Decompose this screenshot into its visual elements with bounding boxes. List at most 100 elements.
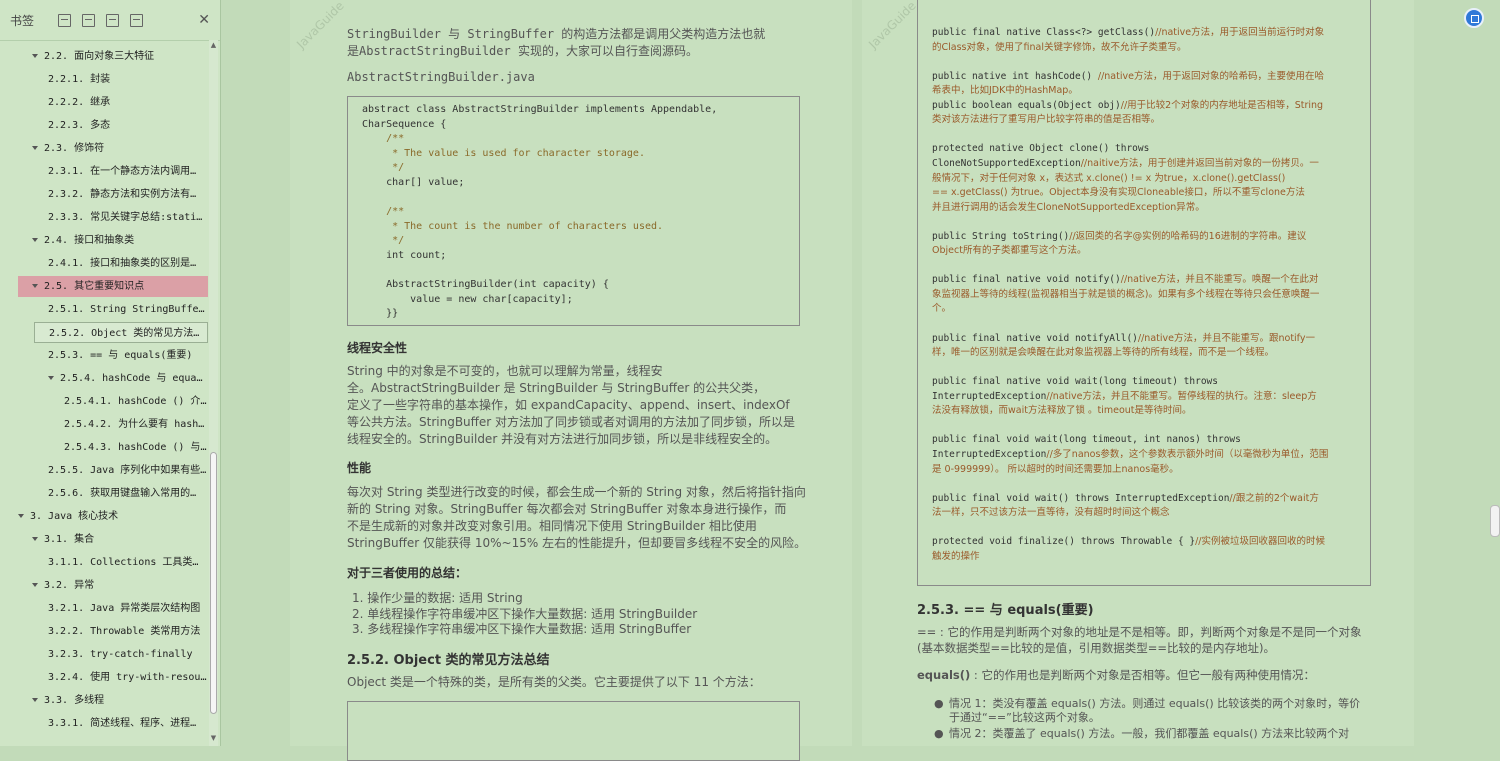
toc-item[interactable]: 2.5.4.1. hashCode () 介绍 bbox=[14, 391, 208, 412]
heading-summary: 对于三者使用的总结： bbox=[347, 566, 468, 580]
scroll-up-icon[interactable]: ▲ bbox=[210, 42, 217, 49]
expand-arrow-icon[interactable] bbox=[32, 146, 38, 150]
toc-item[interactable]: 2.3.1. 在一个静态方法内调用… bbox=[14, 161, 208, 182]
text-line: String 中的对象是不可变的，也就可以理解为常量，线程安 bbox=[347, 364, 663, 378]
code-line: * The count is the number of characters … bbox=[362, 220, 664, 232]
code-text: protected void finalize() throws Throwab… bbox=[932, 536, 1196, 548]
toc-item[interactable]: 3.2.4. 使用 try-with-resourc… bbox=[14, 667, 208, 688]
expand-arrow-icon[interactable] bbox=[32, 284, 38, 288]
toc-item-label: 2.2. 面向对象三大特征 bbox=[44, 51, 155, 62]
code-line: /** bbox=[362, 133, 405, 145]
toc-item[interactable]: 2.5.4. hashCode 与 equals (… bbox=[14, 368, 208, 389]
toc-item[interactable]: 2.5.4.2. 为什么要有 hashC… bbox=[14, 414, 208, 435]
sidebar-header: 书签 ✕ bbox=[0, 0, 220, 41]
toc-item-label: 2.5. 其它重要知识点 bbox=[44, 281, 145, 292]
toc-item-label: 3.1. 集合 bbox=[44, 534, 95, 545]
toc-item-label: 2.3.2. 静态方法和实例方法有… bbox=[48, 189, 197, 200]
code-comment: 样，唯一的区别就是会唤醒在此对象监视器上等待的所有线程，而不是一个线程。 bbox=[932, 347, 1275, 359]
code-comment: 般情况下，对于任何对象 x，表达式 x.clone() != x 为true，x… bbox=[932, 172, 1286, 184]
toc-item[interactable]: 3.2. 异常 bbox=[14, 575, 208, 596]
code-line: public final native void notify()//nativ… bbox=[932, 273, 1318, 288]
expand-arrow-icon[interactable] bbox=[32, 537, 38, 541]
toc-item[interactable]: 2.5.4.3. hashCode () 与 e… bbox=[14, 437, 208, 458]
bookmark-sidebar: 书签 ✕ 2.2. 面向对象三大特征 2.2.1. 封装 2.2.2. 继承 2.2.… bbox=[0, 0, 221, 746]
add-bookmark-icon[interactable] bbox=[106, 13, 120, 27]
toc-item[interactable]: 3.3. 多线程 bbox=[14, 690, 208, 711]
page-scroll-handle[interactable] bbox=[1490, 505, 1500, 537]
toc-item[interactable]: 2.5.1. String StringBuffer … bbox=[14, 299, 208, 320]
toc-item[interactable]: 2.5.2. Object 类的常见方法总结 bbox=[34, 322, 208, 343]
toc-item-label: 2.5.2. Object 类的常见方法总结 bbox=[49, 328, 208, 339]
toc-item[interactable]: 3.1.1. Collections 工具类和 … bbox=[14, 552, 208, 573]
code-line: 的Class对象，使用了final关键字修饰，故不允许子类重写。 bbox=[932, 41, 1186, 56]
code-line: public final void wait() throws Interrup… bbox=[932, 492, 1319, 507]
bullet-2: 情况 2：类覆盖了 equals() 方法。一般，我们都覆盖 equals() … bbox=[949, 727, 1350, 740]
code-line: AbstractStringBuilder(int capacity) { bbox=[362, 279, 609, 291]
toc-item-label: 2.2.1. 封装 bbox=[48, 74, 111, 85]
expand-arrow-icon[interactable] bbox=[32, 238, 38, 242]
close-icon[interactable]: ✕ bbox=[198, 12, 210, 28]
toc-item[interactable]: 2.2.2. 继承 bbox=[14, 92, 208, 113]
code-line: 是 0-999999）。 所以超时的时间还需要加上nanos毫秒。 bbox=[932, 463, 1179, 478]
code-text: InterruptedException bbox=[932, 448, 1047, 460]
code-comment: //native方法，并且不能重写。跟notify一 bbox=[1137, 332, 1315, 344]
expand-arrow-icon[interactable] bbox=[32, 583, 38, 587]
toc-item[interactable]: 2.2. 面向对象三大特征 bbox=[14, 46, 208, 67]
heading-object-methods: 2.5.2. Object 类的常见方法总结 bbox=[347, 653, 550, 668]
code-line: protected void finalize() throws Throwab… bbox=[932, 535, 1325, 550]
equals-text-1b: (基本数据类型==比较的是值，引用数据类型==比较的是内存地址)。 bbox=[917, 641, 1276, 655]
expand-all-icon[interactable] bbox=[58, 13, 72, 27]
code-line: }} bbox=[362, 308, 399, 320]
toc-item[interactable]: 2.5.6. 获取用键盘输入常用的… bbox=[14, 483, 208, 504]
object-methods-code: public final native Class<?> getClass()/… bbox=[917, 0, 1371, 586]
bookmark-settings-icon[interactable] bbox=[130, 13, 144, 27]
equals-text-2: equals() : 它的作用也是判断两个对象是否相等。但它一般有两种使用情况： bbox=[917, 668, 1315, 682]
expand-arrow-icon[interactable] bbox=[32, 54, 38, 58]
toc-item[interactable]: 2.5.3. == 与 equals(重要) bbox=[14, 345, 208, 366]
collapse-all-icon[interactable] bbox=[82, 13, 96, 27]
code-comment: 希表中，比如JDK中的HashMap。 bbox=[932, 85, 1078, 97]
floating-action-icon[interactable] bbox=[1464, 8, 1484, 28]
toc-item-label: 3.2.4. 使用 try-with-resourc… bbox=[48, 672, 208, 683]
text-line: 每次对 String 类型进行改变的时候，都会生成一个新的 String 对象，… bbox=[347, 485, 806, 499]
code-comment: 并且进行调用的话会发生CloneNotSupportedException异常。 bbox=[932, 201, 1205, 213]
document-page-left: JavaGuide StringBuilder 与 StringBuffer 的… bbox=[290, 0, 852, 761]
code-line: CharSequence { bbox=[362, 118, 447, 130]
sidebar-title: 书签 bbox=[10, 13, 35, 28]
code-text: public final native void notifyAll() bbox=[932, 332, 1138, 344]
toc-item[interactable]: 3. Java 核心技术 bbox=[14, 506, 208, 527]
toc-item[interactable]: 2.3.2. 静态方法和实例方法有… bbox=[14, 184, 208, 205]
code-line: 象监视器上等待的线程(监视器相当于就是锁的概念)。如果有多个线程在等待只会任意唤… bbox=[932, 288, 1319, 303]
scrollbar-thumb[interactable] bbox=[210, 452, 217, 714]
bullet-dot: ● bbox=[934, 727, 944, 740]
toc-item[interactable]: 2.4. 接口和抽象类 bbox=[14, 230, 208, 251]
sidebar-scrollbar[interactable]: ▲ ▼ bbox=[209, 40, 218, 746]
text-line: StringBuffer 仅能获得 10%~15% 左右的性能提升，但却要冒多线… bbox=[347, 536, 807, 550]
code-comment: 法一样，只不过该方法一直等待，没有超时时间这个概念 bbox=[932, 507, 1170, 519]
toc-item[interactable]: 3.3.1. 简述线程、程序、进程… bbox=[14, 713, 208, 734]
toc-item[interactable]: 2.2.1. 封装 bbox=[14, 69, 208, 90]
text-line: 2. 单线程操作字符串缓冲区下操作大量数据: 适用 StringBuilder bbox=[352, 606, 698, 621]
toc-item[interactable]: 3.1. 集合 bbox=[14, 529, 208, 550]
toc-item[interactable]: 3.2.1. Java 异常类层次结构图 bbox=[14, 598, 208, 619]
toc-item[interactable]: 2.3.3. 常见关键字总结:static… bbox=[14, 207, 208, 228]
code-comment: == x.getClass() 为true。Object本身没有实现Clonea… bbox=[932, 187, 1305, 199]
scroll-down-icon[interactable]: ▼ bbox=[210, 735, 217, 742]
text-line: 等公共方法。StringBuffer 对方法加了同步锁或者对调用的方法加了同步锁… bbox=[347, 415, 796, 429]
toc-item[interactable]: 2.5. 其它重要知识点 bbox=[18, 276, 208, 297]
expand-arrow-icon[interactable] bbox=[48, 376, 54, 380]
expand-arrow-icon[interactable] bbox=[32, 698, 38, 702]
toc-item-label: 2.5.5. Java 序列化中如果有些… bbox=[48, 465, 207, 476]
code-line: protected native Object clone() throws bbox=[932, 142, 1149, 157]
toc-item[interactable]: 3.2.2. Throwable 类常用方法 bbox=[14, 621, 208, 642]
toc-item[interactable]: 3.2.3. try-catch-finally bbox=[14, 644, 208, 665]
toc-item[interactable]: 2.4.1. 接口和抽象类的区别是… bbox=[14, 253, 208, 274]
bullet-1b: 于通过“==”比较这两个对象。 bbox=[949, 711, 1100, 724]
toc-item[interactable]: 2.2.3. 多态 bbox=[14, 115, 208, 136]
code-line: char[] value; bbox=[362, 177, 465, 188]
toc-item[interactable]: 2.3. 修饰符 bbox=[14, 138, 208, 159]
code-line: 并且进行调用的话会发生CloneNotSupportedException异常。 bbox=[932, 201, 1205, 216]
code-line: == x.getClass() 为true。Object本身没有实现Clonea… bbox=[932, 186, 1305, 201]
expand-arrow-icon[interactable] bbox=[18, 514, 24, 518]
toc-item[interactable]: 2.5.5. Java 序列化中如果有些… bbox=[14, 460, 208, 481]
